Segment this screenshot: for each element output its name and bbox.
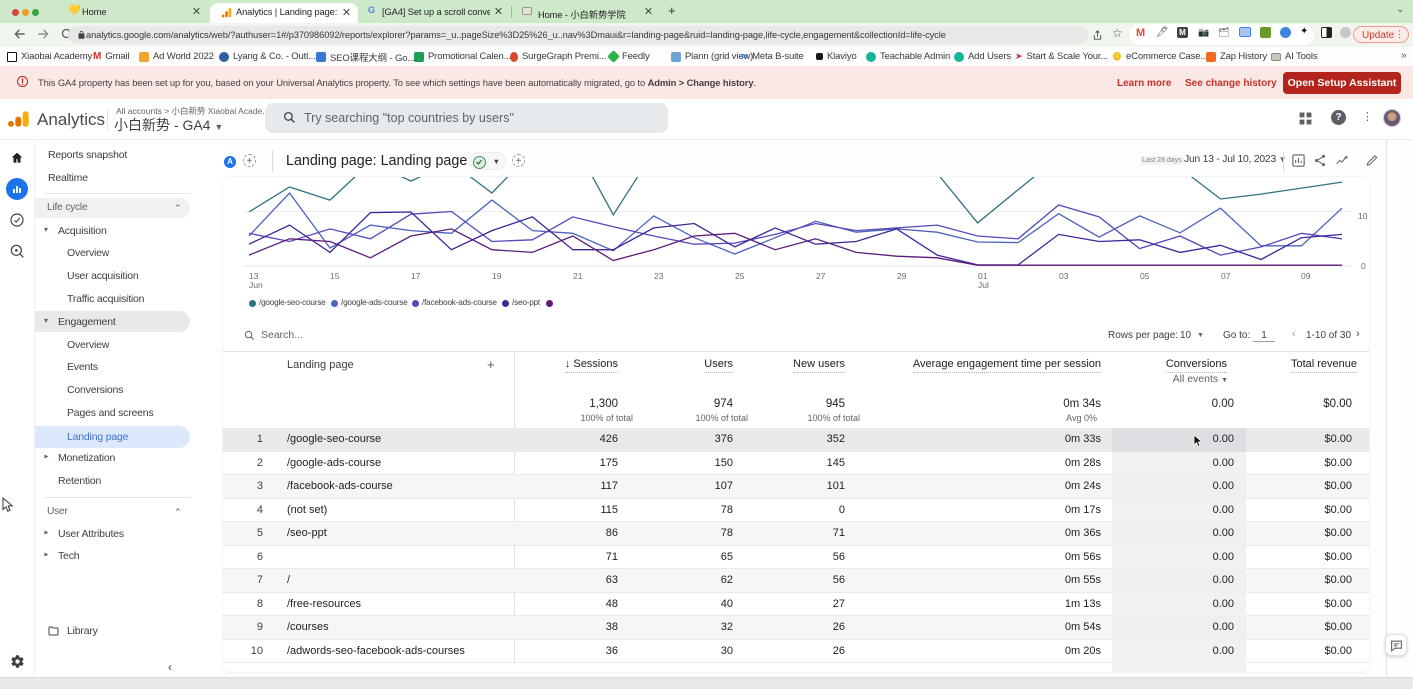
svg-text:09: 09 (1301, 271, 1311, 281)
svg-text:27: 27 (816, 271, 826, 281)
svg-text:17: 17 (411, 271, 421, 281)
svg-text:03: 03 (1059, 271, 1069, 281)
svg-text:25: 25 (735, 271, 745, 281)
svg-text:05: 05 (1140, 271, 1150, 281)
svg-text:Jun: Jun (249, 280, 263, 290)
svg-text:0: 0 (1361, 261, 1366, 271)
svg-text:15: 15 (330, 271, 340, 281)
svg-text:29: 29 (897, 271, 907, 281)
svg-text:19: 19 (492, 271, 502, 281)
svg-text:07: 07 (1221, 271, 1231, 281)
svg-text:Jul: Jul (978, 280, 989, 290)
svg-text:21: 21 (573, 271, 583, 281)
svg-text:23: 23 (654, 271, 664, 281)
svg-text:10: 10 (1358, 211, 1368, 221)
